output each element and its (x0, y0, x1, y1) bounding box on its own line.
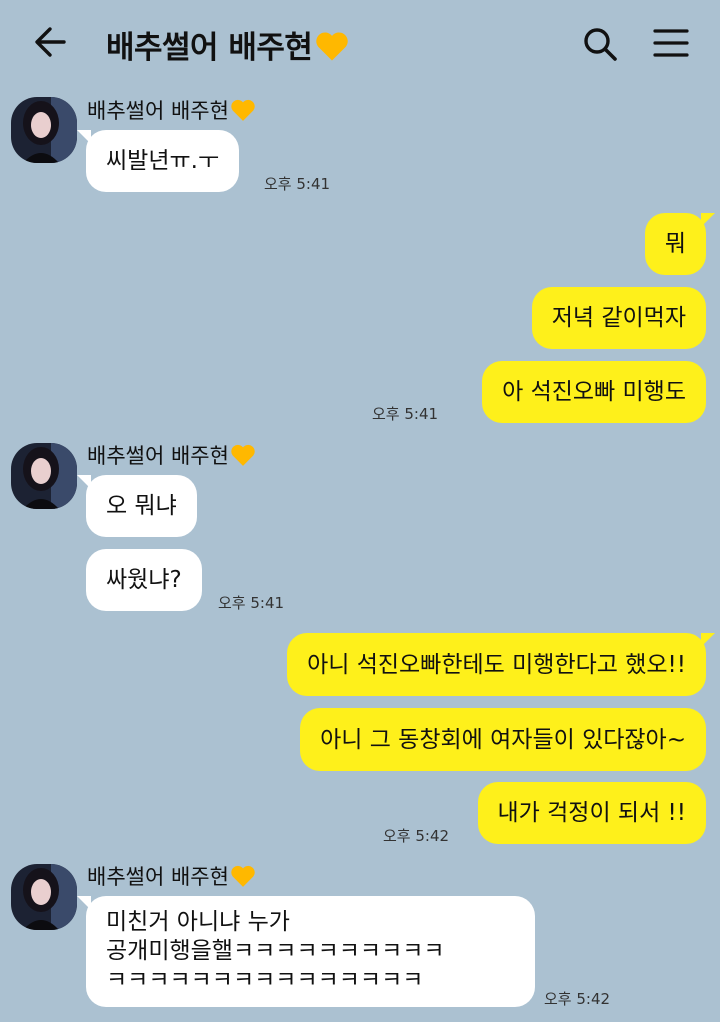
message-time: 오후 5:41 (264, 175, 331, 193)
chat-title: 배추썰어 배주현 (106, 22, 350, 70)
heart-icon (230, 443, 256, 474)
message-bubble-outgoing[interactable]: 아니 그 동창회에 여자들이 있다잖아~ (300, 708, 706, 771)
back-arrow-icon[interactable] (30, 24, 70, 60)
message-text: 아 석진오빠 미행도 (502, 379, 686, 405)
sender-name-text: 배추썰어 배주현 (87, 99, 229, 123)
message-text: 오 뭐냐 (106, 493, 177, 519)
message-text: 아니 그 동창회에 여자들이 있다잖아~ (320, 726, 686, 753)
sender-name-text: 배추썰어 배주현 (87, 865, 229, 889)
message-time: 오후 5:42 (544, 990, 611, 1008)
message-time: 오후 5:41 (372, 405, 439, 423)
sender-name: 배추썰어 배주현 (87, 442, 256, 474)
chat-title-text: 배추썰어 배주현 (106, 30, 313, 66)
message-text: 뭐 (664, 231, 686, 257)
heart-icon (314, 30, 350, 70)
message-bubble-outgoing[interactable]: 아 석진오빠 미행도 (482, 361, 706, 423)
heart-icon (230, 864, 256, 895)
heart-icon (230, 98, 256, 129)
menu-icon[interactable] (652, 26, 690, 60)
message-line: 미친거 아니냐 누가 (106, 909, 290, 935)
message-text: 씨발년ㅠ.ㅜ (106, 148, 220, 174)
message-text: 내가 걱정이 되서 !! (497, 800, 687, 826)
sender-name: 배추썰어 배주현 (87, 97, 256, 129)
message-bubble-incoming[interactable]: 싸웠냐? (86, 549, 202, 611)
message-bubble-outgoing[interactable]: 아니 석진오빠한테도 미행한다고 했오!! (287, 633, 715, 696)
message-line: 공개미행을핼ㅋㅋㅋㅋㅋㅋㅋㅋㅋㅋ (106, 938, 445, 964)
avatar[interactable] (11, 443, 77, 509)
search-icon[interactable] (580, 24, 620, 64)
message-text: 저녁 같이먹자 (551, 305, 686, 331)
message-bubble-incoming[interactable]: 오 뭐냐 (77, 475, 197, 537)
message-bubble-incoming[interactable]: 미친거 아니냐 누가 공개미행을핼ㅋㅋㅋㅋㅋㅋㅋㅋㅋㅋ ㅋㅋㅋㅋㅋㅋㅋㅋㅋㅋㅋㅋ… (77, 896, 535, 1007)
message-line: ㅋㅋㅋㅋㅋㅋㅋㅋㅋㅋㅋㅋㅋㅋㅋ (106, 967, 424, 993)
message-text: 아니 석진오빠한테도 미행한다고 했오!! (307, 651, 686, 678)
avatar[interactable] (11, 97, 77, 163)
sender-name: 배추썰어 배주현 (87, 863, 256, 895)
chat-header: 배추썰어 배주현 (0, 0, 720, 86)
sender-name-text: 배추썰어 배주현 (87, 444, 229, 468)
message-bubble-outgoing[interactable]: 저녁 같이먹자 (531, 287, 706, 349)
avatar[interactable] (11, 864, 77, 930)
message-bubble-incoming[interactable]: 씨발년ㅠ.ㅜ (76, 130, 240, 192)
message-time: 오후 5:42 (383, 827, 450, 845)
message-time: 오후 5:41 (218, 594, 285, 612)
message-bubble-outgoing[interactable]: 뭐 (644, 213, 716, 275)
message-text: 싸웠냐? (106, 567, 182, 593)
message-bubble-outgoing[interactable]: 내가 걱정이 되서 !! (477, 782, 706, 844)
